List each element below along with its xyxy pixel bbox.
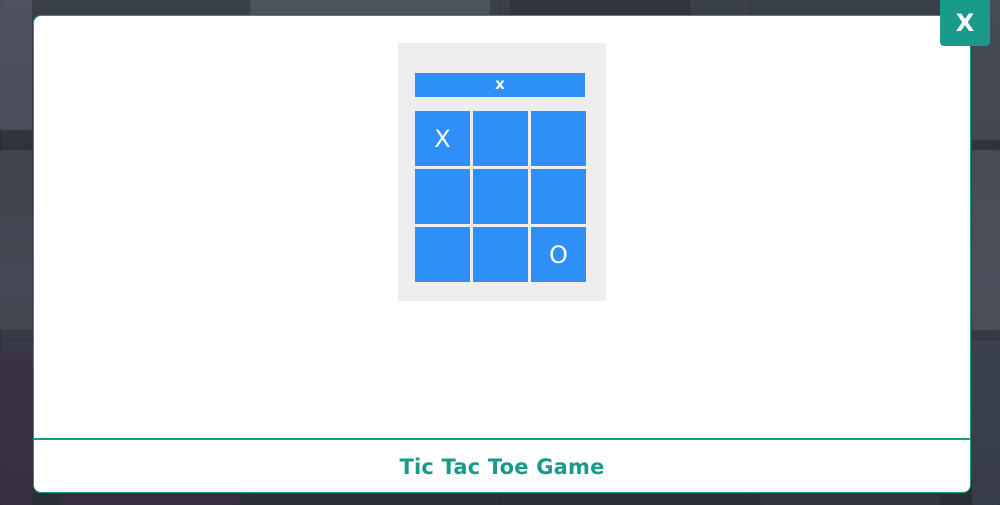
board-cell[interactable] [531,169,586,224]
background-thumbnail [0,350,32,505]
board-cell[interactable] [531,111,586,166]
close-icon: X [955,9,975,37]
board-cell[interactable] [473,169,528,224]
close-button[interactable]: X [940,0,990,46]
turn-status-bar: x [415,73,585,97]
background-thumbnail [760,494,940,505]
board-cell[interactable] [473,227,528,282]
game-preview: x X O [398,43,606,301]
turn-status-text: x [495,75,505,93]
board-cell[interactable]: X [415,111,470,166]
background-thumbnail [60,494,240,505]
background-thumbnail [972,340,1000,505]
board-cell[interactable]: O [531,227,586,282]
board-cell[interactable] [473,111,528,166]
modal-footer: Tic Tac Toe Game [34,440,970,492]
background-thumbnail [0,0,32,130]
background-thumbnail [972,150,1000,330]
board-cell[interactable] [415,169,470,224]
tic-tac-toe-board: X O [415,111,586,282]
board-cell[interactable] [415,227,470,282]
modal-body: x X O [34,16,970,438]
background-thumbnail [510,0,690,16]
background-thumbnail [0,150,32,330]
background-thumbnail [250,0,490,16]
preview-modal: x X O Tic Tac Toe Game [33,15,971,493]
modal-title: Tic Tac Toe Game [399,455,605,479]
